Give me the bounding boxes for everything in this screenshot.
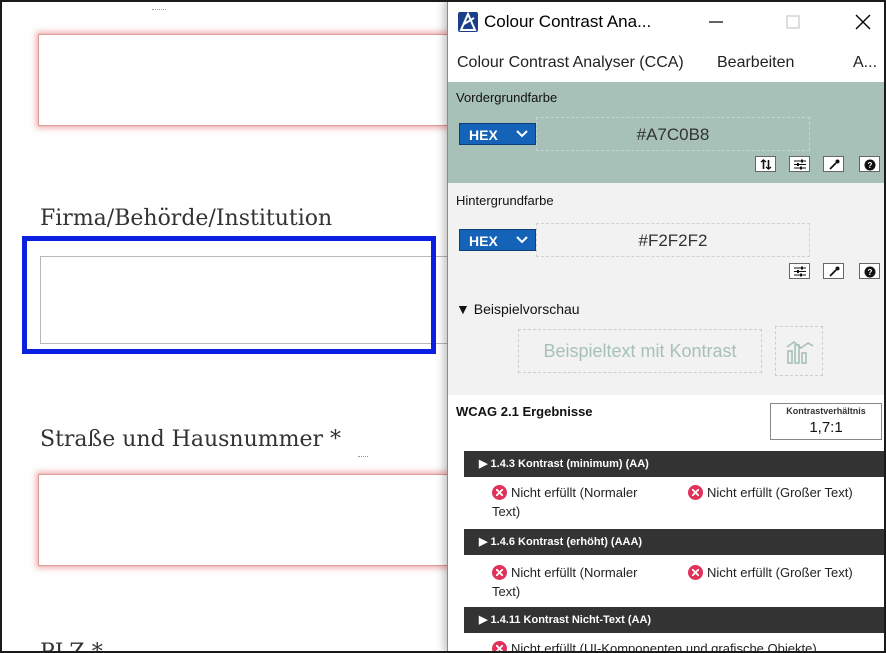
window-title: Colour Contrast Ana...	[484, 12, 652, 31]
fail-icon	[688, 485, 703, 500]
results-title: WCAG 2.1 Ergebnisse	[456, 404, 593, 419]
background-hex-value: #F2F2F2	[638, 231, 708, 250]
criterion-1-4-3-toggle[interactable]: ▶ 1.4.3 Kontrast (minimum) (AA)	[464, 451, 886, 477]
sliders-icon	[794, 159, 806, 170]
preview-chart-button[interactable]	[775, 326, 823, 376]
preview-sample: Beispieltext mit Kontrast	[518, 329, 762, 373]
foreground-format-select[interactable]: HEX	[459, 123, 536, 145]
background-title: Hintergrundfarbe	[456, 193, 554, 208]
zip-label: PLZ *	[40, 640, 103, 653]
criterion-1-4-11-toggle[interactable]: ▶ 1.4.11 Kontrast Nicht-Text (AA)	[464, 607, 886, 633]
menu-more[interactable]: A...	[853, 54, 877, 72]
svg-text:?: ?	[868, 268, 873, 277]
dotted-marker	[152, 9, 166, 10]
close-icon	[855, 14, 871, 30]
svg-text:?: ?	[868, 161, 873, 170]
result-text: Nicht erfüllt (Großer Text)	[707, 485, 853, 500]
fail-icon	[492, 641, 507, 653]
results-section: WCAG 2.1 Ergebnisse Kontrastverhältnis 1…	[448, 395, 886, 653]
title-bar[interactable]: Colour Contrast Ana...	[448, 0, 886, 44]
background-hex-input[interactable]: #F2F2F2	[536, 223, 810, 257]
invalid-input-top[interactable]	[38, 34, 458, 126]
contrast-ratio-label: Kontrastverhältnis	[786, 406, 866, 416]
contrast-analyser-icon	[458, 12, 478, 32]
foreground-title: Vordergrundfarbe	[456, 90, 558, 105]
fail-icon	[492, 565, 507, 580]
background-eyedropper-button[interactable]	[823, 263, 844, 279]
criterion-1-4-6-toggle[interactable]: ▶ 1.4.6 Kontrast (erhöht) (AAA)	[464, 529, 886, 555]
result-text-continued: Text)	[492, 584, 521, 599]
minimize-button[interactable]	[701, 8, 731, 36]
cca-window: Colour Contrast Ana... Colour Contrast A…	[447, 0, 886, 653]
chevron-down-icon	[516, 130, 528, 138]
foreground-help-button[interactable]: ?	[859, 156, 880, 172]
eyedropper-icon	[829, 159, 840, 170]
foreground-sliders-button[interactable]	[789, 156, 810, 172]
street-input[interactable]	[38, 474, 458, 566]
foreground-hex-value: #A7C0B8	[636, 125, 710, 144]
foreground-eyedropper-button[interactable]	[823, 156, 844, 172]
background-sliders-button[interactable]	[789, 263, 810, 279]
close-button[interactable]	[848, 8, 878, 36]
focus-indicator	[22, 236, 436, 354]
criterion-label: ▶ 1.4.6 Kontrast (erhöht) (AAA)	[479, 536, 643, 548]
result-text-continued: Text)	[492, 504, 521, 519]
fail-icon	[688, 565, 703, 580]
company-label: Firma/Behörde/Institution	[40, 206, 333, 231]
swap-button[interactable]	[755, 156, 776, 172]
sliders-icon	[794, 266, 806, 277]
street-label: Straße und Hausnummer *	[40, 427, 342, 452]
menu-bar: Colour Contrast Analyser (CCA) Bearbeite…	[448, 48, 886, 78]
maximize-icon	[786, 15, 800, 29]
result-text: Nicht erfüllt (Normaler	[511, 565, 638, 580]
preview-toggle[interactable]: ▼ Beispielvorschau	[456, 301, 580, 317]
preview-text: Beispieltext mit Kontrast	[543, 341, 737, 361]
swap-icon	[760, 159, 772, 170]
criterion-label: ▶ 1.4.3 Kontrast (minimum) (AA)	[479, 458, 649, 470]
web-form: Firma/Behörde/Institution Straße und Hau…	[0, 0, 460, 653]
dotted-marker	[358, 456, 368, 457]
minimize-icon	[709, 21, 723, 23]
foreground-section: Vordergrundfarbe HEX #A7C0B8 ?	[448, 82, 886, 183]
result-text: Nicht erfüllt (Normaler	[511, 485, 638, 500]
help-icon: ?	[864, 266, 876, 278]
result-text: Nicht erfüllt (Großer Text)	[707, 565, 853, 580]
result-text: Nicht erfüllt (UI-Komponenten und grafis…	[511, 641, 817, 653]
menu-edit[interactable]: Bearbeiten	[717, 54, 794, 72]
chart-icon	[786, 340, 814, 364]
chevron-down-icon	[516, 236, 528, 244]
format-label: HEX	[469, 233, 498, 249]
criterion-label: ▶ 1.4.11 Kontrast Nicht-Text (AA)	[479, 614, 652, 626]
background-help-button[interactable]: ?	[859, 263, 880, 279]
format-label: HEX	[469, 127, 498, 143]
menu-cca[interactable]: Colour Contrast Analyser (CCA)	[457, 54, 684, 72]
background-format-select[interactable]: HEX	[459, 229, 536, 251]
background-section: Hintergrundfarbe HEX #F2F2F2 ?	[448, 183, 886, 291]
maximize-button[interactable]	[778, 8, 808, 36]
fail-icon	[492, 485, 507, 500]
foreground-hex-input[interactable]: #A7C0B8	[536, 117, 810, 151]
contrast-ratio-value: 1,7:1	[809, 419, 843, 436]
contrast-ratio-box: Kontrastverhältnis 1,7:1	[770, 403, 882, 440]
preview-section: ▼ Beispielvorschau Beispieltext mit Kont…	[448, 291, 886, 395]
help-icon: ?	[864, 159, 876, 171]
eyedropper-icon	[829, 266, 840, 277]
